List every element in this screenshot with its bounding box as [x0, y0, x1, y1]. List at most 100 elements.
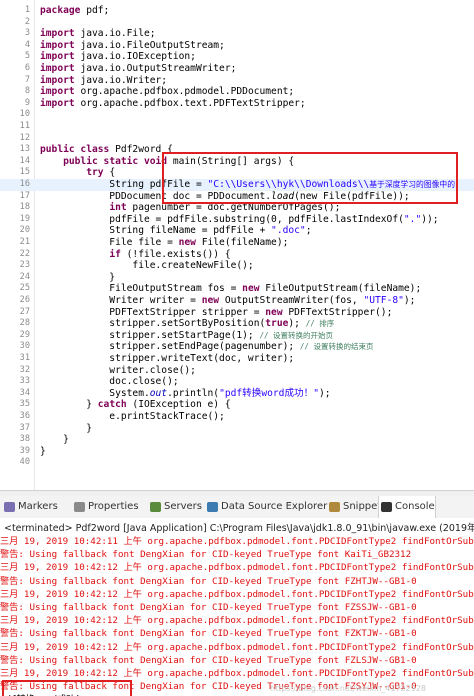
line-number: 22	[19, 248, 30, 259]
code-line[interactable]: 4 import java.io.FileOutputStream;	[0, 40, 474, 52]
code-line[interactable]: 34 System.out.println("pdf转换word成功！");	[0, 388, 474, 400]
code-token: pdfFile = pdfFile.substring(0, pdfFile.l…	[40, 213, 404, 225]
code-line[interactable]: 8 import org.apache.pdfbox.pdmodel.PDDocu…	[0, 86, 474, 98]
code-line[interactable]: 9 import org.apache.pdfbox.text.PDFTextSt…	[0, 98, 474, 110]
code-token: new	[178, 237, 202, 248]
code-token: stripper.writeText(doc, writer);	[40, 353, 295, 364]
code-line[interactable]: 23 file.createNewFile();	[0, 260, 474, 272]
line-number: 11	[19, 121, 30, 131]
code-token: true	[265, 318, 289, 330]
line-number: 19	[19, 213, 30, 224]
console-line: 三月 19, 2019 10:42:12 上午 org.apache.pdfbo…	[0, 588, 474, 600]
code-token: org.apache.pdfbox.pdmodel.PDDocument;	[80, 86, 295, 98]
code-token: java.io.File;	[80, 28, 156, 40]
line-number: 28	[19, 318, 30, 329]
tab-console[interactable]: Console	[378, 496, 436, 518]
code-line[interactable]: 11	[0, 121, 474, 133]
line-number: 35	[19, 399, 30, 410]
code-line[interactable]: 32 writer.close();	[0, 365, 474, 377]
code-text: } catch (IOException e) {	[40, 399, 230, 411]
code-token: out	[149, 387, 168, 399]
code-text: try {	[40, 167, 115, 179]
code-line[interactable]: 5 import java.io.IOException;	[0, 51, 474, 63]
code-token: FileOutputStream fos =	[40, 283, 243, 295]
code-text: import java.io.Writer;	[40, 75, 167, 87]
console-line: 警告: Using fallback font DengXian for CID…	[0, 549, 412, 561]
tab-label: Servers	[164, 501, 203, 512]
code-line[interactable]: 2	[0, 17, 474, 29]
code-line[interactable]: 39}	[0, 446, 474, 458]
code-token: // 设置转换的开始页	[259, 330, 334, 340]
code-line[interactable]: 38 }	[0, 434, 474, 446]
code-token: stripper.setSortByPosition(	[40, 318, 266, 330]
code-text: FileOutputStream fos = new FileOutputStr…	[40, 283, 421, 295]
code-text: System.out.println("pdf转换word成功！");	[40, 387, 330, 400]
tab-data-source-explorer[interactable]: Data Source Explorer	[205, 496, 327, 518]
code-token: e.printStackTrace();	[40, 411, 225, 422]
tab-servers[interactable]: Servers	[148, 496, 202, 518]
code-line[interactable]: 28 stripper.setSortByPosition(true); // …	[0, 318, 474, 330]
code-token: import	[40, 74, 81, 86]
code-text: doc.close();	[40, 376, 178, 388]
line-number: 6	[24, 63, 30, 73]
code-text: if (!file.exists()) {	[40, 249, 230, 261]
code-line[interactable]: 30 stripper.setEndPage(pagenumber); // 设…	[0, 341, 474, 353]
code-line[interactable]: 36 e.printStackTrace();	[0, 411, 474, 423]
code-token: writer.close();	[40, 364, 196, 376]
code-text: Writer writer = new OutputStreamWriter(f…	[40, 295, 415, 307]
code-line[interactable]: 35 } catch (IOException e) {	[0, 399, 474, 411]
code-line[interactable]: 12	[0, 133, 474, 145]
code-line[interactable]: 29 stripper.setStartPage(1); // 设置转换的开始页	[0, 330, 474, 342]
code-line[interactable]: 7 import java.io.Writer;	[0, 75, 474, 87]
code-token: try	[86, 167, 110, 179]
line-number: 5	[24, 51, 30, 62]
code-token: stripper.setEndPage(pagenumber);	[40, 341, 300, 353]
code-text: }	[40, 434, 69, 446]
code-line[interactable]: 26 Writer writer = new OutputStreamWrite…	[0, 295, 474, 307]
code-token: Writer writer =	[40, 295, 202, 306]
console-line: 警告: Using fallback font DengXian for CID…	[0, 575, 417, 587]
properties-icon	[74, 502, 85, 512]
code-line[interactable]: 31 stripper.writeText(doc, writer);	[0, 353, 474, 365]
code-text: import org.apache.pdfbox.text.PDFTextStr…	[40, 98, 306, 110]
console-line: 警告: Using fallback font DengXian for CID…	[0, 628, 417, 640]
code-token: java.io.OutputStreamWriter;	[80, 63, 237, 74]
code-line[interactable]: 24 }	[0, 272, 474, 284]
code-line[interactable]: 6 import java.io.OutputStreamWriter;	[0, 63, 474, 75]
code-text: }	[40, 446, 46, 458]
code-line[interactable]: 20 String fileName = pdfFile + ".doc";	[0, 225, 474, 237]
console-line: 三月 19, 2019 10:42:12 上午 org.apache.pdfbo…	[0, 562, 474, 574]
code-token: import	[40, 86, 81, 98]
tab-properties[interactable]: Properties	[72, 496, 139, 518]
code-line[interactable]: 37 }	[0, 423, 474, 435]
code-token: import	[40, 97, 81, 109]
code-line[interactable]: 21 File file = new File(fileName);	[0, 237, 474, 249]
code-line[interactable]: 3 import java.io.File;	[0, 28, 474, 40]
code-line[interactable]: 27 PDFTextStripper stripper = new PDFTex…	[0, 307, 474, 319]
console-icon	[381, 502, 392, 512]
code-text: import java.io.File;	[40, 28, 156, 40]
annotation-box-code	[162, 152, 458, 204]
code-line[interactable]: 19 pdfFile = pdfFile.substring(0, pdfFil…	[0, 214, 474, 226]
tab-label: Data Source Explorer	[221, 501, 328, 512]
code-line[interactable]: 1 package pdf;	[0, 5, 474, 17]
code-token: int	[109, 202, 133, 214]
line-number: 33	[19, 376, 30, 387]
code-text: import java.io.OutputStreamWriter;	[40, 63, 236, 75]
code-token: pdf;	[86, 5, 110, 16]
line-number: 12	[19, 132, 30, 143]
code-line[interactable]: 25 FileOutputStream fos = new FileOutput…	[0, 283, 474, 295]
code-token: package	[40, 5, 87, 16]
console-view[interactable]: <terminated> Pdf2word [Java Application]…	[0, 518, 474, 696]
line-number: 17	[19, 190, 30, 201]
console-line: 三月 19, 2019 10:42:11 上午 org.apache.pdfbo…	[0, 536, 474, 547]
console-line: 警告: Using fallback font DengXian for CID…	[0, 654, 417, 666]
code-line[interactable]: 33 doc.close();	[0, 376, 474, 388]
code-line[interactable]: 40	[0, 457, 474, 469]
code-line[interactable]: 22 if (!file.exists()) {	[0, 249, 474, 261]
code-token: catch	[97, 399, 133, 411]
code-editor[interactable]: 1 package pdf; 2 3 import java.io.File; 4 impo…	[0, 0, 474, 490]
tab-markers[interactable]: Markers	[2, 496, 58, 518]
code-line[interactable]: 10	[0, 109, 474, 121]
